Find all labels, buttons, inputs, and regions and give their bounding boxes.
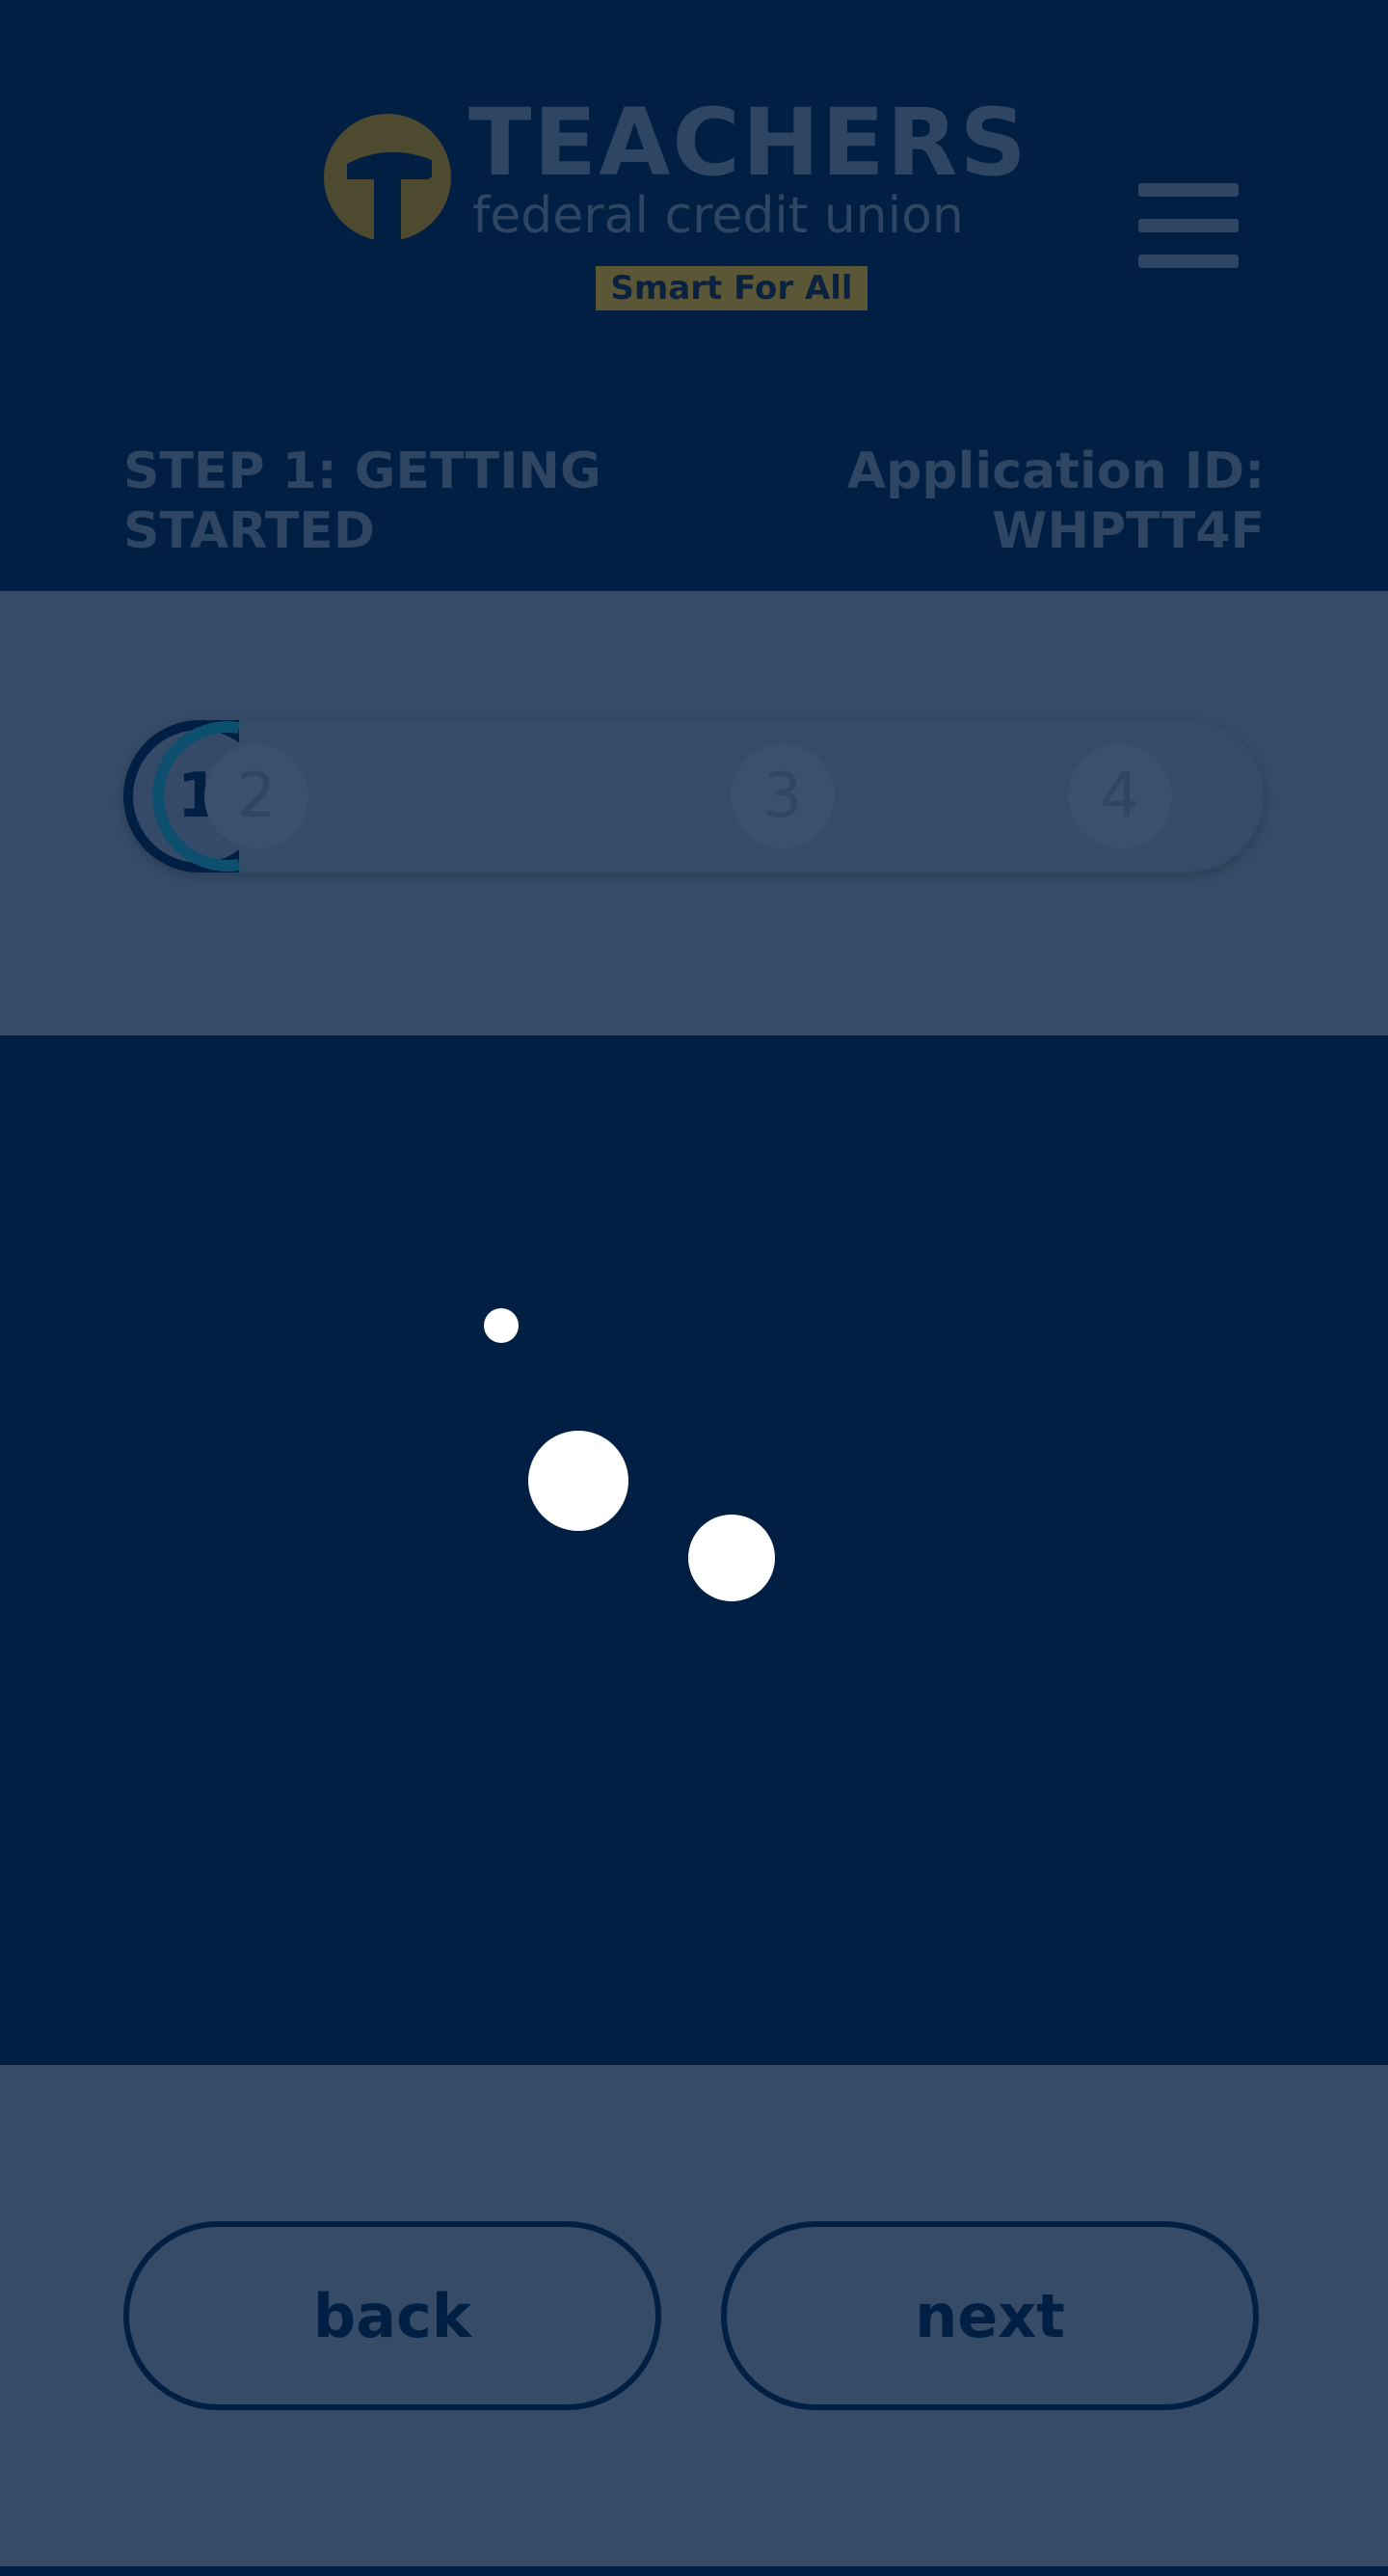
loading-dot xyxy=(484,1308,519,1343)
brand-name: TEACHERS xyxy=(468,89,1028,197)
hamburger-menu-button[interactable] xyxy=(1138,183,1239,268)
brand-subtitle: federal credit union xyxy=(472,187,964,245)
hamburger-menu-icon-bar xyxy=(1138,255,1239,268)
back-button[interactable]: back xyxy=(123,2221,661,2410)
next-button[interactable]: next xyxy=(721,2221,1259,2410)
header: TEACHERS federal credit union Smart For … xyxy=(0,0,1388,591)
progress-step-4: 4 xyxy=(1068,744,1172,848)
tfcu-logo-mark-icon xyxy=(324,114,451,243)
step-title: STEP 1: GETTING STARTED xyxy=(123,443,601,560)
progress-section: 1 2 3 4 xyxy=(0,591,1388,1035)
application-id-value: WHPTT4F xyxy=(992,502,1265,560)
brand-tagline: Smart For All xyxy=(596,266,868,310)
loading-dot xyxy=(528,1431,628,1531)
progress-step-3: 3 xyxy=(731,744,835,848)
bottom-bar xyxy=(0,2566,1388,2576)
progress-bar: 1 2 3 4 xyxy=(123,720,1265,872)
brand-logo[interactable]: TEACHERS federal credit union Smart For … xyxy=(318,96,1027,318)
loading-overlay xyxy=(0,1035,1388,2065)
application-id: Application ID: WHPTT4F xyxy=(725,442,1265,561)
footer-nav: back next xyxy=(0,2065,1388,2566)
application-id-label: Application ID: xyxy=(846,443,1265,500)
hamburger-menu-icon-bar xyxy=(1138,219,1239,232)
loading-dot xyxy=(688,1515,775,1601)
hamburger-menu-icon xyxy=(1138,183,1239,197)
progress-step-2: 2 xyxy=(204,744,308,848)
